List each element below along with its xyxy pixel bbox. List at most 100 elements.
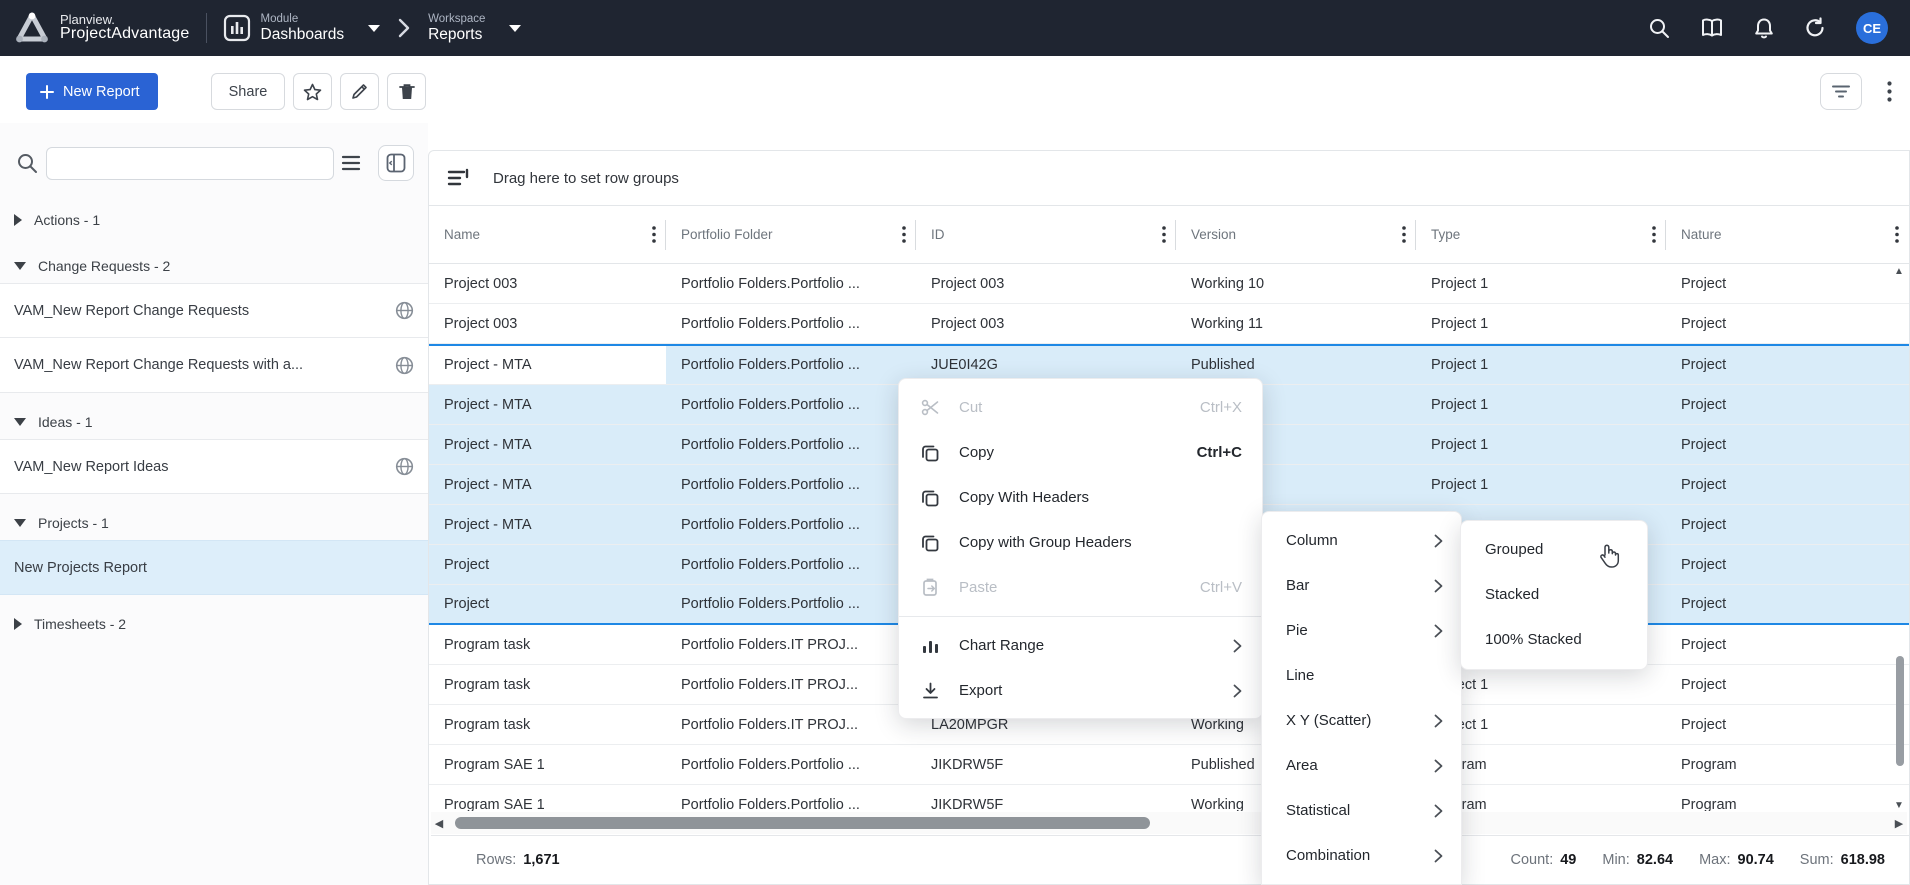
- sidebar-section-change-requests[interactable]: Change Requests - 2: [0, 249, 428, 283]
- menu-item-copy[interactable]: Copy Ctrl+C: [899, 430, 1262, 475]
- module-dashboards-icon: [223, 14, 251, 42]
- count-value: 49: [1560, 852, 1576, 868]
- menu-item-copy-with-group-headers[interactable]: Copy with Group Headers: [899, 520, 1262, 565]
- grid-status-bar: Rows: 1,671 Count:49 Min:82.64 Max:90.74…: [431, 835, 1909, 884]
- copy-icon: [919, 534, 941, 552]
- breadcrumb-chevron-icon: [398, 18, 410, 38]
- search-icon[interactable]: [1648, 17, 1670, 39]
- row-group-drop-zone[interactable]: Drag here to set row groups: [429, 151, 1909, 206]
- brand-line2: ProjectAdvantage: [60, 26, 190, 43]
- caret-right-icon: [14, 214, 22, 226]
- delete-trash-button[interactable]: [387, 73, 426, 110]
- user-avatar[interactable]: CE: [1856, 12, 1888, 44]
- edit-pencil-button[interactable]: [340, 73, 379, 110]
- submenu-chevron-icon: [1434, 849, 1443, 863]
- count-label: Count:: [1511, 852, 1554, 868]
- submenu-item-grouped[interactable]: Grouped: [1461, 527, 1647, 572]
- column-menu-kebab-icon[interactable]: [1652, 226, 1656, 243]
- submenu-chevron-icon: [1434, 579, 1443, 593]
- sidebar-search-icon: [16, 152, 38, 174]
- submenu-chevron-icon: [1434, 714, 1443, 728]
- scroll-down-icon[interactable]: ▼: [1894, 800, 1904, 811]
- scroll-left-icon[interactable]: ◀: [431, 817, 447, 830]
- submenu-item-statistical[interactable]: Statistical: [1262, 788, 1461, 833]
- scroll-right-icon[interactable]: ▶: [1891, 817, 1907, 830]
- column-header-name[interactable]: Name: [429, 206, 666, 263]
- caret-right-icon: [14, 618, 22, 630]
- submenu-item-pie[interactable]: Pie: [1262, 608, 1461, 653]
- share-button[interactable]: Share: [211, 73, 285, 110]
- submenu-item-xy-scatter[interactable]: X Y (Scatter): [1262, 698, 1461, 743]
- scroll-up-icon[interactable]: ▲: [1894, 266, 1904, 277]
- table-row[interactable]: Program SAE 1Portfolio Folders.Portfolio…: [429, 785, 1909, 811]
- submenu-chevron-icon: [1233, 639, 1242, 653]
- horizontal-scrollbar[interactable]: ◀ ▶: [431, 812, 1907, 834]
- scissors-icon: [919, 398, 941, 417]
- submenu-chevron-icon: [1434, 534, 1443, 548]
- collapse-panel-button[interactable]: [378, 145, 414, 181]
- plus-icon: [40, 85, 54, 99]
- submenu-item-combination[interactable]: Combination: [1262, 833, 1461, 878]
- column-header-portfolio-folder[interactable]: Portfolio Folder: [666, 206, 916, 263]
- sum-label: Sum:: [1800, 852, 1834, 868]
- row-groups-icon: [447, 168, 471, 188]
- caret-down-icon: [14, 262, 26, 270]
- submenu-item-line[interactable]: Line: [1262, 653, 1461, 698]
- table-row[interactable]: Project 003Portfolio Folders.Portfolio .…: [429, 304, 1909, 344]
- refresh-icon[interactable]: [1804, 17, 1826, 39]
- copy-icon: [919, 444, 941, 462]
- column-menu-kebab-icon[interactable]: [1162, 226, 1166, 243]
- column-header-version[interactable]: Version: [1176, 206, 1416, 263]
- sidebar-item-new-projects-report[interactable]: New Projects Report: [0, 540, 428, 595]
- submenu-item-area[interactable]: Area: [1262, 743, 1461, 788]
- globe-icon: [395, 356, 414, 375]
- sidebar-search-input[interactable]: [46, 147, 334, 180]
- copy-icon: [919, 489, 941, 507]
- new-report-button[interactable]: New Report: [26, 73, 158, 110]
- sidebar-section-ideas[interactable]: Ideas - 1: [0, 405, 428, 439]
- column-header-type[interactable]: Type: [1416, 206, 1666, 263]
- sidebar-section-timesheets[interactable]: Timesheets - 2: [0, 607, 428, 641]
- vertical-scrollbar[interactable]: ▲ ▼: [1893, 266, 1907, 811]
- brand[interactable]: Planview. ProjectAdvantage: [0, 11, 190, 45]
- module-caret-down-icon: [368, 25, 380, 32]
- submenu-item-column[interactable]: Column: [1262, 518, 1461, 563]
- notifications-bell-icon[interactable]: [1754, 17, 1774, 40]
- column-menu-kebab-icon[interactable]: [1402, 226, 1406, 243]
- module-value: Dashboards: [261, 26, 345, 43]
- menu-item-chart-range[interactable]: Chart Range: [899, 623, 1262, 668]
- table-row[interactable]: Project 003Portfolio Folders.Portfolio .…: [429, 264, 1909, 304]
- filter-button[interactable]: [1820, 73, 1862, 110]
- nav-divider: [206, 13, 207, 43]
- favorite-star-button[interactable]: [293, 73, 332, 110]
- column-menu-kebab-icon[interactable]: [652, 226, 656, 243]
- sidebar-section-actions[interactable]: Actions - 1: [0, 203, 428, 237]
- menu-item-export[interactable]: Export: [899, 668, 1262, 713]
- submenu-item-stacked[interactable]: Stacked: [1461, 572, 1647, 617]
- submenu-item-bar[interactable]: Bar: [1262, 563, 1461, 608]
- workspace-switcher[interactable]: Workspace Reports: [428, 13, 521, 43]
- toolbar-kebab-icon[interactable]: [1876, 76, 1902, 106]
- module-switcher[interactable]: Module Dashboards: [223, 13, 381, 43]
- column-menu-kebab-icon[interactable]: [1895, 226, 1899, 243]
- table-row[interactable]: Program SAE 1Portfolio Folders.Portfolio…: [429, 745, 1909, 785]
- submenu-item-100-stacked[interactable]: 100% Stacked: [1461, 617, 1647, 662]
- menu-item-copy-with-headers[interactable]: Copy With Headers: [899, 475, 1262, 520]
- grid-header-row: Name Portfolio Folder ID Version Type: [429, 206, 1909, 264]
- app-window: Planview. ProjectAdvantage Module Dashbo…: [0, 0, 1910, 885]
- rows-count-value: 1,671: [523, 852, 559, 868]
- column-header-nature[interactable]: Nature: [1666, 206, 1909, 263]
- sidebar-item-vam-ideas[interactable]: VAM_New Report Ideas: [0, 439, 428, 494]
- globe-icon: [395, 457, 414, 476]
- column-header-id[interactable]: ID: [916, 206, 1176, 263]
- help-book-icon[interactable]: [1700, 17, 1724, 39]
- sidebar-menu-lines-icon[interactable]: [341, 153, 361, 173]
- download-icon: [919, 682, 941, 700]
- column-menu-kebab-icon[interactable]: [902, 226, 906, 243]
- sidebar-section-projects[interactable]: Projects - 1: [0, 506, 428, 540]
- horizontal-scrollbar-thumb[interactable]: [455, 817, 1150, 829]
- sidebar-item-vam-change-requests[interactable]: VAM_New Report Change Requests: [0, 283, 428, 338]
- sidebar-item-vam-change-requests-with[interactable]: VAM_New Report Change Requests with a...: [0, 338, 428, 393]
- column-type-submenu: Grouped Stacked 100% Stacked: [1460, 520, 1648, 670]
- vertical-scrollbar-thumb[interactable]: [1896, 656, 1904, 766]
